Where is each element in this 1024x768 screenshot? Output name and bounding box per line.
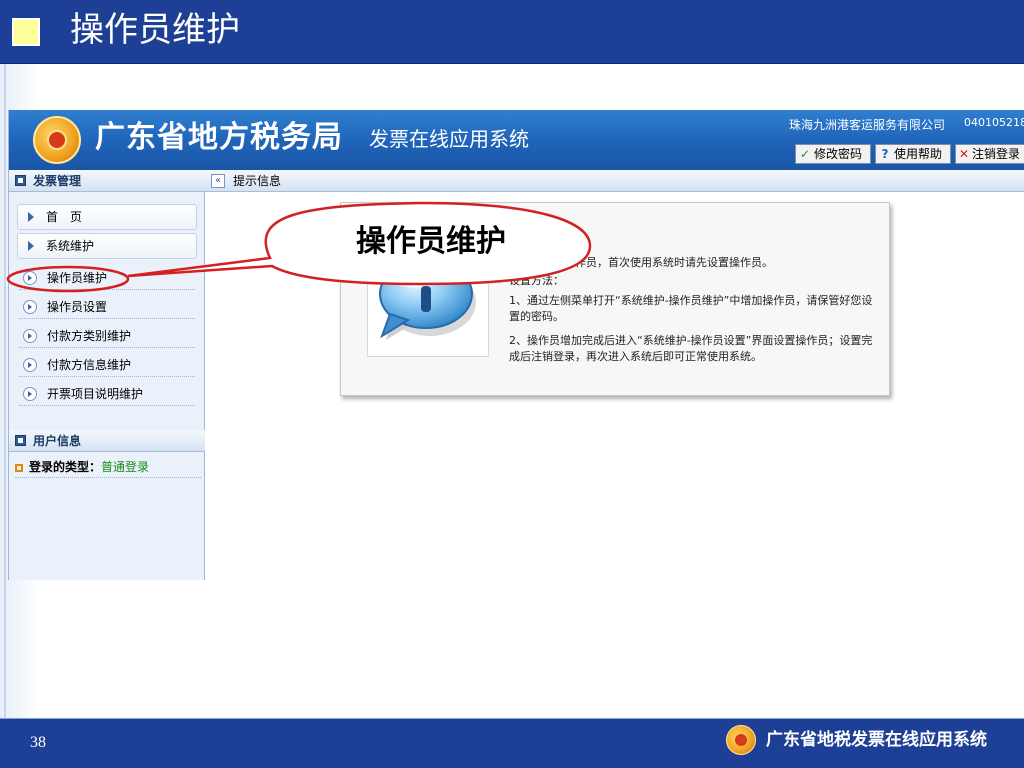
circle-arrow-icon — [23, 358, 37, 372]
double-chevron-left-icon[interactable]: « — [211, 174, 225, 188]
logout-button[interactable]: ✕ 注销登录 — [955, 144, 1024, 164]
sidebar-item-label: 付款方信息维护 — [47, 358, 132, 372]
info-line: 1、通过左侧菜单打开“系统维护-操作员维护”中增加操作员，请保管好您设置的密码。 — [509, 294, 873, 323]
triangle-right-icon — [28, 241, 34, 251]
help-label: 使用帮助 — [894, 147, 943, 161]
footer-emblem-icon — [726, 725, 756, 755]
footer-title: 广东省地税发票在线应用系统 — [766, 730, 987, 750]
question-icon: ? — [881, 147, 889, 161]
content-header-label: 提示信息 — [233, 174, 282, 188]
sidebar-item-payer-category[interactable]: 付款方类别维护 — [19, 324, 195, 348]
info-line: 2、操作员增加完成后进入“系统维护-操作员设置”界面设置操作员；设置完成后注销登… — [509, 334, 873, 363]
sidebar-item-label: 付款方类别维护 — [47, 329, 132, 343]
sidebar-section-invoice[interactable]: 发票管理 — [9, 170, 205, 192]
callout-label: 操作员维护 — [356, 224, 506, 259]
login-type-label: 登录的类型： — [29, 460, 102, 474]
triangle-right-icon — [28, 212, 34, 222]
tax-bureau-emblem-icon — [33, 116, 81, 164]
slide: 操作员维护 广东省地方税务局 发票在线应用系统 珠海九洲港客运服务有限公司 04… — [0, 0, 1024, 768]
change-password-label: 修改密码 — [814, 147, 863, 161]
check-icon: ✓ — [799, 147, 811, 161]
login-type-value: 普通登录 — [101, 460, 150, 474]
slide-header: 操作员维护 — [0, 0, 1024, 64]
content-header: « 提示信息 — [205, 170, 1024, 192]
sidebar-item-operator-maintenance[interactable]: 操作员维护 — [19, 266, 195, 290]
sidebar-item-home[interactable]: 首 页 — [17, 204, 197, 230]
app-banner: 广东省地方税务局 发票在线应用系统 珠海九洲港客运服务有限公司 04010521… — [9, 110, 1024, 170]
app-name: 广东省地方税务局 — [95, 120, 343, 155]
close-icon: ✕ — [958, 147, 970, 161]
section-square-icon — [15, 435, 26, 446]
company-name: 珠海九洲港客运服务有限公司 — [789, 118, 946, 132]
sidebar-item-label: 首 页 — [46, 210, 83, 224]
sidebar-item-system-maintenance[interactable]: 系统维护 — [17, 233, 197, 259]
sidebar-item-label: 操作员维护 — [47, 271, 108, 285]
sidebar-item-invoice-item-desc[interactable]: 开票项目说明维护 — [19, 382, 195, 406]
sidebar-section-user[interactable]: 用户信息 — [9, 430, 205, 452]
sidebar-item-label: 操作员设置 — [47, 300, 108, 314]
help-button[interactable]: ? 使用帮助 — [875, 144, 951, 164]
sidebar-section-label: 发票管理 — [33, 174, 82, 188]
circle-arrow-icon — [23, 271, 37, 285]
page-number: 38 — [30, 734, 46, 751]
sidebar-item-label: 开票项目说明维护 — [47, 387, 144, 401]
info-line: 设置方法： — [509, 274, 564, 287]
sidebar: 发票管理 首 页 系统维护 操作员维护 操作员设置 付款方类别维护 付款方信息维… — [9, 170, 205, 580]
circle-arrow-icon — [23, 387, 37, 401]
change-password-button[interactable]: ✓ 修改密码 — [795, 144, 871, 164]
section-square-icon — [15, 175, 26, 186]
login-type: 登录的类型：普通登录 — [15, 458, 201, 478]
circle-arrow-icon — [23, 329, 37, 343]
slide-footer: 38 广东省地税发票在线应用系统 — [0, 718, 1024, 768]
circle-arrow-icon — [23, 300, 37, 314]
sidebar-item-label: 系统维护 — [46, 239, 95, 253]
sidebar-item-operator-settings[interactable]: 操作员设置 — [19, 295, 195, 319]
company-code: 0401052184 — [964, 116, 1024, 129]
sidebar-section-label: 用户信息 — [33, 434, 82, 448]
decorative-line — [4, 64, 6, 718]
sidebar-item-payer-info[interactable]: 付款方信息维护 — [19, 353, 195, 377]
square-bullet-icon — [12, 18, 40, 46]
bullet-icon — [15, 463, 23, 472]
slide-title: 操作员维护 — [70, 10, 240, 50]
logout-label: 注销登录 — [971, 147, 1020, 161]
app-subname: 发票在线应用系统 — [369, 127, 529, 151]
